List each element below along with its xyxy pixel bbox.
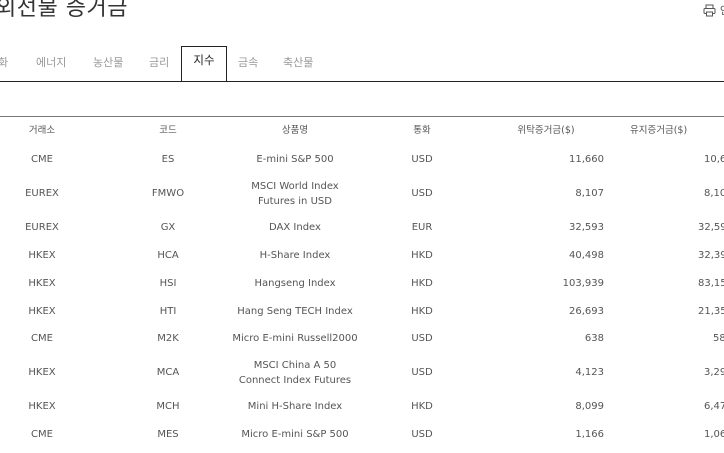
header-product-name: 상품명 xyxy=(281,125,309,136)
cell-exchange: EUREX xyxy=(25,188,59,199)
cell-initial-margin: 1,166 xyxy=(575,429,604,440)
tab-agriculture[interactable]: 농산물 xyxy=(93,54,123,70)
print-label: 인 xyxy=(720,2,724,18)
cell-currency: USD xyxy=(411,154,433,165)
cell-product-name: Hang Seng TECH Index xyxy=(237,306,353,317)
table-top-rule xyxy=(0,116,724,117)
printer-icon xyxy=(703,4,716,17)
cell-product-name: H-Share Index xyxy=(259,250,331,261)
cell-initial-margin: 638 xyxy=(584,333,604,344)
cell-initial-margin: 103,939 xyxy=(562,278,604,289)
cell-initial-margin: 32,593 xyxy=(569,222,604,233)
cell-maintenance-margin: 10,60 xyxy=(704,154,724,165)
cell-currency: HKD xyxy=(411,401,433,412)
tab-livestock[interactable]: 축산물 xyxy=(283,54,313,70)
cell-code: MCH xyxy=(156,401,180,412)
tab-index[interactable]: 지수 xyxy=(181,46,227,81)
cell-product-name: DAX Index xyxy=(269,222,321,233)
cell-maintenance-margin: 6,47 xyxy=(704,401,724,412)
cell-code: FMWO xyxy=(151,188,185,199)
cell-currency: HKD xyxy=(411,250,433,261)
cell-exchange: CME xyxy=(31,154,53,165)
page-title: 외선물 증거금 xyxy=(0,0,128,21)
cell-product-name-line1: MSCI China A 50 xyxy=(253,360,337,371)
cell-exchange: CME xyxy=(31,429,53,440)
tab-currency[interactable]: 화 xyxy=(0,54,8,70)
cell-product-name: Micro E-mini Russell2000 xyxy=(232,333,358,344)
cell-maintenance-margin: 83,15 xyxy=(698,278,724,289)
cell-code: MCA xyxy=(156,367,180,378)
cell-currency: USD xyxy=(411,367,433,378)
cell-code: MES xyxy=(157,429,179,440)
cell-initial-margin: 4,123 xyxy=(575,367,604,378)
cell-maintenance-margin: 32,59 xyxy=(698,222,724,233)
category-tabs: 화 에너지 농산물 금리 지수 금속 축산물 xyxy=(0,45,724,82)
cell-code: HCA xyxy=(157,250,179,261)
cell-initial-margin: 8,099 xyxy=(575,401,604,412)
cell-code: GX xyxy=(160,222,176,233)
tab-interest-rate[interactable]: 금리 xyxy=(149,54,169,70)
cell-currency: HKD xyxy=(411,306,433,317)
cell-exchange: CME xyxy=(31,333,53,344)
cell-code: M2K xyxy=(157,333,179,344)
cell-maintenance-margin: 8,10 xyxy=(704,188,724,199)
cell-product-name: Mini H-Share Index xyxy=(247,401,343,412)
cell-maintenance-margin: 32,39 xyxy=(698,250,724,261)
cell-code: HSI xyxy=(159,278,177,289)
cell-exchange: HKEX xyxy=(28,367,56,378)
tab-energy[interactable]: 에너지 xyxy=(36,54,66,70)
print-button[interactable]: 인 xyxy=(703,2,724,18)
cell-exchange: HKEX xyxy=(28,278,56,289)
cell-exchange: HKEX xyxy=(28,250,56,261)
header-exchange: 거래소 xyxy=(28,125,56,136)
header-initial-margin: 위탁증거금($) xyxy=(517,125,575,136)
cell-product-name-line1: MSCI World Index xyxy=(251,181,339,192)
header-currency: 통화 xyxy=(413,125,431,136)
cell-currency: EUR xyxy=(411,222,433,233)
cell-maintenance-margin: 3,29 xyxy=(704,367,724,378)
cell-currency: HKD xyxy=(411,278,433,289)
cell-product-name: E-mini S&P 500 xyxy=(256,154,334,165)
cell-code: HTI xyxy=(159,306,177,317)
cell-initial-margin: 8,107 xyxy=(575,188,604,199)
cell-exchange: EUREX xyxy=(25,222,59,233)
cell-initial-margin: 40,498 xyxy=(569,250,604,261)
cell-currency: USD xyxy=(411,333,433,344)
cell-currency: USD xyxy=(411,188,433,199)
cell-maintenance-margin: 21,35 xyxy=(698,306,724,317)
cell-product-name: Micro E-mini S&P 500 xyxy=(241,429,349,440)
cell-exchange: HKEX xyxy=(28,306,56,317)
header-code: 코드 xyxy=(159,125,177,136)
cell-maintenance-margin: 58 xyxy=(713,333,724,344)
cell-product-name-line2: Futures in USD xyxy=(258,196,332,207)
cell-maintenance-margin: 1,06 xyxy=(704,429,724,440)
tab-metals[interactable]: 금속 xyxy=(238,54,258,70)
cell-initial-margin: 11,660 xyxy=(569,154,604,165)
cell-exchange: HKEX xyxy=(28,401,56,412)
header-maintenance-margin: 유지증거금($) xyxy=(630,125,688,136)
cell-code: ES xyxy=(161,154,175,165)
cell-currency: USD xyxy=(411,429,433,440)
cell-product-name-line2: Connect Index Futures xyxy=(238,375,352,386)
cell-initial-margin: 26,693 xyxy=(569,306,604,317)
cell-product-name: Hangseng Index xyxy=(254,278,336,289)
